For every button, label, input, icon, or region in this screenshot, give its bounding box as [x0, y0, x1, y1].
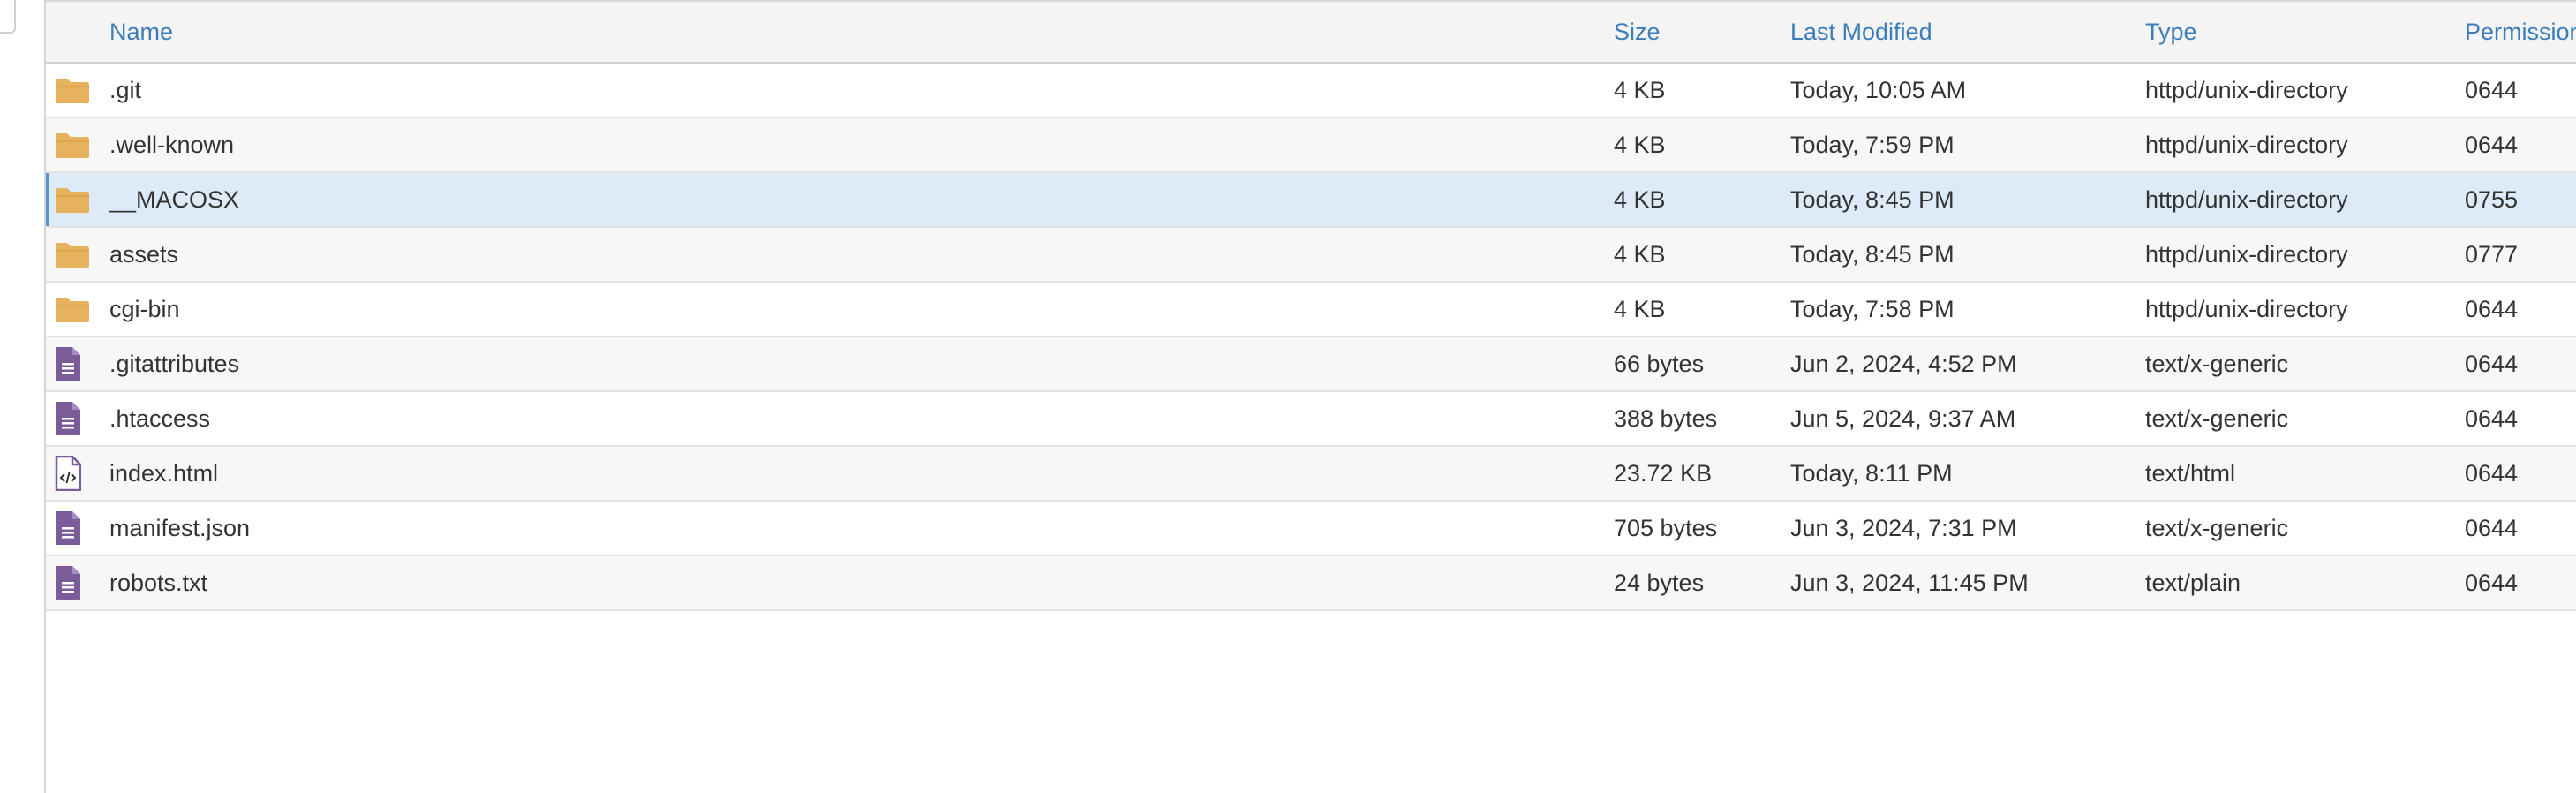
file-last-modified: Today, 7:59 PM	[1790, 131, 1955, 158]
folder-icon	[55, 132, 90, 159]
text-file-icon	[55, 510, 81, 546]
file-row[interactable]: .htaccess 388 bytes Jun 5, 2024, 9:37 AM te…	[46, 391, 2576, 446]
file-last-modified: Today, 7:58 PM	[1790, 295, 1955, 322]
file-type: text/x-generic	[2145, 514, 2289, 541]
file-name[interactable]: index.html	[109, 446, 1614, 501]
file-name[interactable]: assets	[109, 227, 1614, 282]
table-header-row: Name Size Last Modified Type Permissions	[46, 0, 2576, 64]
file-type: text/x-generic	[2145, 404, 2289, 432]
file-permissions: 0777	[2465, 240, 2519, 268]
file-name[interactable]: .htaccess	[109, 391, 1614, 446]
folder-icon	[55, 78, 90, 104]
file-size: 4 KB	[1614, 240, 1666, 268]
file-name[interactable]: __MACOSX	[109, 172, 1614, 227]
column-header-last-modified[interactable]: Last Modified	[1790, 0, 2145, 64]
folder-icon	[55, 242, 90, 268]
file-type: text/x-generic	[2145, 350, 2289, 377]
file-name[interactable]: .git	[109, 63, 1614, 117]
file-last-modified: Jun 3, 2024, 11:45 PM	[1790, 569, 2029, 596]
file-size: 388 bytes	[1614, 404, 1718, 432]
file-type: httpd/unix-directory	[2145, 131, 2348, 158]
column-header-icon	[46, 0, 109, 64]
file-icon-cell[interactable]	[46, 63, 109, 117]
file-icon-cell[interactable]	[46, 336, 109, 391]
file-row[interactable]: index.html 23.72 KB Today, 8:11 PM text/htm…	[46, 446, 2576, 501]
file-size: 4 KB	[1614, 185, 1666, 213]
file-permissions: 0644	[2465, 76, 2519, 103]
file-permissions: 0644	[2465, 295, 2519, 322]
file-icon-cell[interactable]	[46, 391, 109, 446]
file-permissions: 0755	[2465, 185, 2519, 213]
file-icon-cell[interactable]	[46, 282, 109, 336]
file-rows: .git 4 KB Today, 10:05 AM httpd/unix-direct…	[46, 63, 2576, 610]
file-last-modified: Today, 8:45 PM	[1790, 185, 1955, 213]
file-list-panel: Name Size Last Modified Type Permissions…	[44, 0, 2576, 793]
file-icon-cell[interactable]	[46, 172, 109, 227]
file-size: 66 bytes	[1614, 350, 1705, 377]
file-icon-cell[interactable]	[46, 555, 109, 610]
file-permissions: 0644	[2465, 350, 2519, 377]
file-type: text/html	[2145, 459, 2236, 487]
file-name[interactable]: cgi-bin	[109, 282, 1614, 336]
column-header-type[interactable]: Type	[2145, 0, 2465, 64]
file-name[interactable]: robots.txt	[109, 555, 1614, 610]
file-icon-cell[interactable]	[46, 501, 109, 555]
file-size: 4 KB	[1614, 131, 1666, 158]
file-table: Name Size Last Modified Type Permissions…	[46, 0, 2576, 611]
file-icon-cell[interactable]	[46, 117, 109, 172]
file-permissions: 0644	[2465, 459, 2519, 487]
file-size: 705 bytes	[1614, 514, 1718, 541]
file-size: 4 KB	[1614, 295, 1666, 322]
file-last-modified: Jun 3, 2024, 7:31 PM	[1790, 514, 2017, 541]
file-last-modified: Jun 5, 2024, 9:37 AM	[1790, 404, 2016, 432]
file-last-modified: Jun 2, 2024, 4:52 PM	[1790, 350, 2017, 377]
file-type: httpd/unix-directory	[2145, 295, 2348, 322]
file-icon-cell[interactable]	[46, 227, 109, 282]
left-panel-edge	[0, 0, 16, 34]
folder-icon	[55, 187, 90, 214]
file-row[interactable]: robots.txt 24 bytes Jun 3, 2024, 11:45 PM t…	[46, 555, 2576, 610]
text-file-icon	[55, 565, 81, 600]
file-last-modified: Today, 8:11 PM	[1790, 459, 1953, 487]
file-last-modified: Today, 10:05 AM	[1790, 76, 1967, 103]
file-type: httpd/unix-directory	[2145, 185, 2348, 213]
code-file-icon	[55, 456, 81, 491]
file-type: httpd/unix-directory	[2145, 76, 2348, 103]
file-row[interactable]: __MACOSX 4 KB Today, 8:45 PM httpd/unix-dir…	[46, 172, 2576, 227]
file-permissions: 0644	[2465, 569, 2519, 596]
file-type: httpd/unix-directory	[2145, 240, 2348, 268]
file-manager-page: Name Size Last Modified Type Permissions…	[0, 0, 2576, 793]
file-permissions: 0644	[2465, 131, 2519, 158]
text-file-icon	[55, 401, 81, 436]
column-header-name[interactable]: Name	[109, 0, 1614, 64]
folder-icon	[55, 297, 90, 323]
column-header-size[interactable]: Size	[1614, 0, 1790, 64]
file-type: text/plain	[2145, 569, 2241, 596]
file-last-modified: Today, 8:45 PM	[1790, 240, 1955, 268]
file-name[interactable]: manifest.json	[109, 501, 1614, 555]
file-name[interactable]: .gitattributes	[109, 336, 1614, 391]
file-permissions: 0644	[2465, 404, 2519, 432]
file-size: 23.72 KB	[1614, 459, 1713, 487]
text-file-icon	[55, 346, 81, 381]
file-row[interactable]: .gitattributes 66 bytes Jun 2, 2024, 4:52 …	[46, 336, 2576, 391]
column-header-permissions[interactable]: Permissions	[2465, 0, 2576, 64]
file-row[interactable]: .git 4 KB Today, 10:05 AM httpd/unix-direct…	[46, 63, 2576, 117]
file-size: 4 KB	[1614, 76, 1666, 103]
file-row[interactable]: assets 4 KB Today, 8:45 PM httpd/unix-direc…	[46, 227, 2576, 282]
file-row[interactable]: .well-known 4 KB Today, 7:59 PM httpd/unix-…	[46, 117, 2576, 172]
file-row[interactable]: cgi-bin 4 KB Today, 7:58 PM httpd/unix-dire…	[46, 282, 2576, 336]
file-name[interactable]: .well-known	[109, 117, 1614, 172]
file-row[interactable]: manifest.json 705 bytes Jun 3, 2024, 7:31 …	[46, 501, 2576, 555]
file-size: 24 bytes	[1614, 569, 1705, 596]
file-icon-cell[interactable]	[46, 446, 109, 501]
file-permissions: 0644	[2465, 514, 2519, 541]
